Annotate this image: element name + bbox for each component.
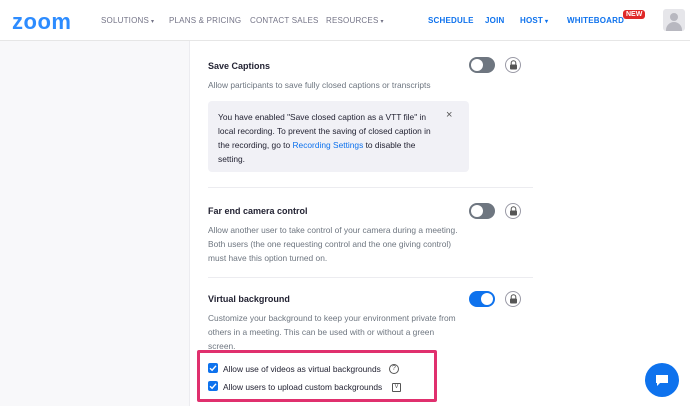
checkmark-icon [209,383,217,390]
nav-plans-pricing[interactable]: PLANS & PRICING [169,16,241,25]
allow-upload-backgrounds-label: Allow users to upload custom backgrounds [223,382,383,392]
virtual-background-description: Customize your background to keep your e… [208,313,456,351]
nav-join[interactable]: JOIN [485,16,504,25]
far-end-camera-description: Allow another user to take control of yo… [208,225,458,263]
nav-resources[interactable]: RESOURCES ▾ [326,16,384,25]
zoom-logo[interactable]: zoom [12,9,71,35]
far-end-camera-toggle[interactable] [469,203,495,219]
save-captions-lock-button[interactable] [505,57,521,73]
help-icon[interactable]: ? [389,364,399,374]
virtual-background-lock-button[interactable] [505,291,521,307]
far-end-camera-lock-button[interactable] [505,203,521,219]
lock-icon [510,60,517,70]
toggle-knob [471,59,483,71]
new-badge: NEW [623,10,646,19]
chevron-down-icon: ▾ [151,19,155,25]
nav-host-label: HOST [520,16,544,25]
avatar-body [666,22,682,31]
nav-solutions[interactable]: SOLUTIONS ▾ [101,16,154,25]
allow-upload-backgrounds-checkbox[interactable] [208,381,218,391]
save-captions-title: Save Captions [208,61,271,71]
info-box-text: You have enabled "Save closed caption as… [218,110,443,166]
chevron-down-icon: ▾ [380,19,384,25]
recording-info-box: You have enabled "Save closed caption as… [208,101,469,172]
nav-schedule[interactable]: SCHEDULE [428,16,474,25]
close-icon[interactable]: × [446,109,452,121]
nav-contact-sales[interactable]: CONTACT SALES [250,16,319,25]
chevron-down-icon: ▾ [545,19,549,25]
nav-solutions-label: SOLUTIONS [101,16,150,25]
nav-resources-label: RESOURCES [326,16,379,25]
lock-icon [510,294,517,304]
recording-settings-link[interactable]: Recording Settings [293,140,364,150]
toggle-knob [471,205,483,217]
avatar-head [670,13,678,21]
checkmark-icon [209,365,217,372]
allow-video-backgrounds-label: Allow use of videos as virtual backgroun… [223,364,381,374]
divider [208,187,533,188]
highlight-box [197,350,437,402]
allow-video-backgrounds-checkbox[interactable] [208,363,218,373]
virtual-background-title: Virtual background [208,294,290,304]
chat-bubble-icon [656,375,668,386]
save-captions-toggle[interactable] [469,57,495,73]
far-end-camera-title: Far end camera control [208,206,308,216]
nav-whiteboard[interactable]: WHITEBOARD [567,16,624,25]
virtual-background-toggle[interactable] [469,291,495,307]
toggle-knob [481,293,493,305]
top-nav: zoom SOLUTIONS ▾ PLANS & PRICING CONTACT … [0,0,690,41]
left-sidebar [0,41,190,406]
verified-icon[interactable]: V [392,383,401,392]
avatar[interactable] [663,9,685,31]
divider [208,277,533,278]
chat-button[interactable] [645,363,679,397]
nav-host[interactable]: HOST ▾ [520,16,548,25]
save-captions-description: Allow participants to save fully closed … [208,80,431,90]
lock-icon [510,206,517,216]
